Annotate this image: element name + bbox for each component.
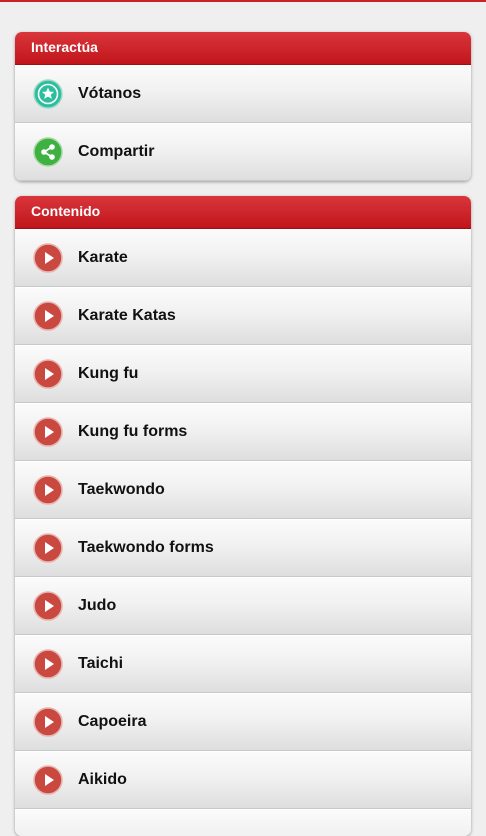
list-item-taichi[interactable]: Taichi xyxy=(15,635,471,693)
share-label: Compartir xyxy=(78,143,155,160)
content-panel: Contenido Karate Karate Katas Kung fu Ku… xyxy=(15,196,471,836)
list-item-karate[interactable]: Karate xyxy=(15,229,471,287)
play-icon xyxy=(33,417,63,447)
list-item-label: Taekwondo forms xyxy=(78,539,214,556)
list-item-label: Aikido xyxy=(78,771,127,788)
list-item-label: Taichi xyxy=(78,655,124,672)
list-item-capoeira[interactable]: Capoeira xyxy=(15,693,471,751)
play-icon xyxy=(33,765,63,795)
play-icon xyxy=(33,649,63,679)
list-item-kung-fu[interactable]: Kung fu xyxy=(15,345,471,403)
share-item[interactable]: Compartir xyxy=(15,123,471,181)
play-icon xyxy=(33,707,63,737)
play-icon xyxy=(33,301,63,331)
list-item-judo[interactable]: Judo xyxy=(15,577,471,635)
list-item-kung-fu-forms[interactable]: Kung fu forms xyxy=(15,403,471,461)
list-item-label: Karate xyxy=(78,249,128,266)
list-item-aikido[interactable]: Aikido xyxy=(15,751,471,809)
play-icon xyxy=(33,591,63,621)
content-panel-title: Contenido xyxy=(15,196,471,229)
interact-panel-title: Interactúa xyxy=(15,32,471,65)
rate-us-item[interactable]: Vótanos xyxy=(15,65,471,123)
list-item-label: Karate Katas xyxy=(78,307,176,324)
list-item-label: Taekwondo xyxy=(78,481,165,498)
star-icon xyxy=(33,79,63,109)
play-icon xyxy=(33,243,63,273)
top-accent-line xyxy=(0,0,486,2)
rate-us-label: Vótanos xyxy=(78,85,142,102)
list-item-partial[interactable] xyxy=(15,809,471,836)
list-item-label: Capoeira xyxy=(78,713,147,730)
list-item-karate-katas[interactable]: Karate Katas xyxy=(15,287,471,345)
list-item-label: Kung fu forms xyxy=(78,423,188,440)
play-icon xyxy=(33,359,63,389)
play-icon xyxy=(33,475,63,505)
interact-panel: Interactúa Vótanos Compartir xyxy=(15,32,471,181)
list-item-label: Judo xyxy=(78,597,117,614)
share-icon xyxy=(33,137,63,167)
list-item-taekwondo-forms[interactable]: Taekwondo forms xyxy=(15,519,471,577)
play-icon xyxy=(33,533,63,563)
list-item-label: Kung fu xyxy=(78,365,139,382)
list-item-taekwondo[interactable]: Taekwondo xyxy=(15,461,471,519)
